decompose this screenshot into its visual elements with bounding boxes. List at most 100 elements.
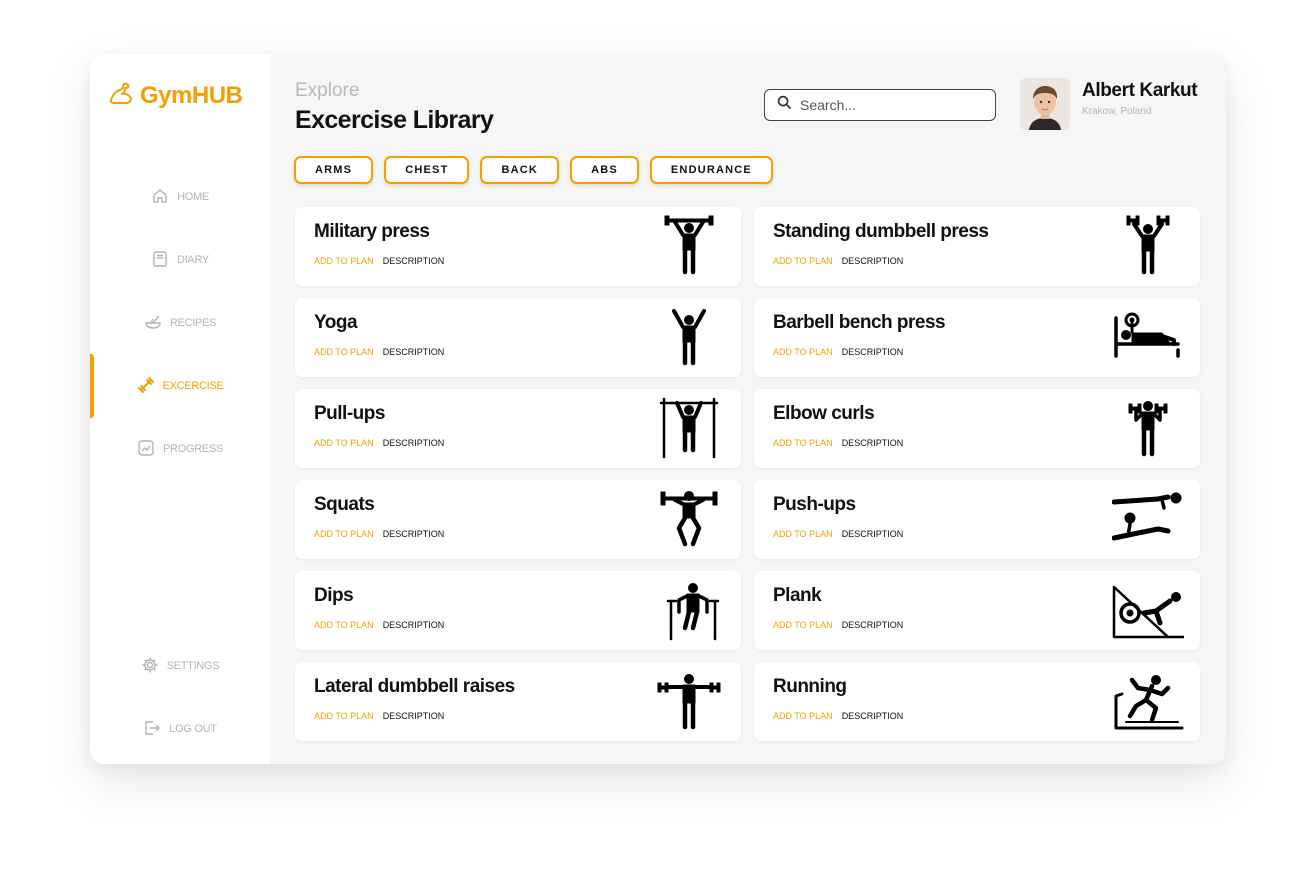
exercise-card[interactable]: Pull-ups ADD TO PLAN DESCRIPTION (295, 389, 741, 468)
add-to-plan-link[interactable]: ADD TO PLAN (773, 438, 833, 448)
description-link[interactable]: DESCRIPTION (383, 256, 445, 266)
add-to-plan-link[interactable]: ADD TO PLAN (314, 438, 374, 448)
exercise-name: Squats (314, 494, 375, 515)
treadmill-icon (1112, 670, 1184, 732)
add-to-plan-link[interactable]: ADD TO PLAN (314, 256, 374, 266)
description-link[interactable]: DESCRIPTION (383, 529, 445, 539)
bowl-icon (144, 313, 162, 334)
sidebar: GymHUB HOME DIARY RECIPES EXCERCISE PROG… (90, 54, 270, 764)
pull-up-icon (653, 397, 725, 459)
book-icon (151, 250, 169, 271)
flexed-arm-icon (108, 80, 134, 111)
filter-back[interactable]: BACK (480, 156, 560, 184)
user-location: Krakow, Poland (1082, 106, 1152, 117)
description-link[interactable]: DESCRIPTION (842, 529, 904, 539)
nav-logout[interactable]: LOG OUT (90, 709, 270, 749)
exercise-card[interactable]: Military press ADD TO PLAN DESCRIPTION (295, 207, 741, 286)
search-box[interactable] (764, 89, 996, 121)
exercise-card[interactable]: Elbow curls ADD TO PLAN DESCRIPTION (754, 389, 1200, 468)
add-to-plan-link[interactable]: ADD TO PLAN (773, 347, 833, 357)
main-content: Explore Excercise Library Search... Albe… (270, 54, 1226, 764)
search-icon (777, 95, 792, 115)
description-link[interactable]: DESCRIPTION (842, 711, 904, 721)
exercise-name: Lateral dumbbell raises (314, 676, 515, 697)
nav-logout-label: LOG OUT (169, 723, 217, 735)
exercise-card[interactable]: Lateral dumbbell raises ADD TO PLAN DESC… (295, 662, 741, 741)
filter-chest[interactable]: CHEST (384, 156, 470, 184)
add-to-plan-link[interactable]: ADD TO PLAN (314, 711, 374, 721)
user-info: Albert Karkut Krakow, Poland (1082, 78, 1198, 130)
add-to-plan-link[interactable]: ADD TO PLAN (314, 620, 374, 630)
exercise-card[interactable]: Push-ups ADD TO PLAN DESCRIPTION (754, 480, 1200, 559)
add-to-plan-link[interactable]: ADD TO PLAN (314, 529, 374, 539)
nav-excercise[interactable]: EXCERCISE (90, 354, 270, 418)
filter-endurance[interactable]: ENDURANCE (649, 156, 773, 184)
bench-press-icon (1112, 306, 1184, 368)
filter-abs[interactable]: ABS (570, 156, 639, 184)
add-to-plan-link[interactable]: ADD TO PLAN (773, 620, 833, 630)
description-link[interactable]: DESCRIPTION (383, 711, 445, 721)
exercise-name: Dips (314, 585, 354, 606)
add-to-plan-link[interactable]: ADD TO PLAN (314, 347, 374, 357)
nav-diary-label: DIARY (177, 254, 209, 266)
exercise-name: Plank (773, 585, 822, 606)
description-link[interactable]: DESCRIPTION (383, 620, 445, 630)
gear-icon (141, 656, 159, 677)
exercise-name: Push-ups (773, 494, 856, 515)
nav-settings-label: SETTINGS (166, 660, 220, 672)
search-input[interactable] (800, 97, 980, 113)
exercise-name: Running (773, 676, 847, 697)
add-to-plan-link[interactable]: ADD TO PLAN (773, 256, 833, 266)
user-name: Albert Karkut (1082, 80, 1198, 101)
nav-progress-label: PROGRESS (163, 443, 223, 455)
dumbbell-press-icon (1112, 215, 1184, 277)
yoga-icon (653, 306, 725, 368)
lateral-raise-icon (653, 670, 725, 732)
description-link[interactable]: DESCRIPTION (842, 256, 904, 266)
dumbbell-icon (137, 376, 155, 397)
home-icon (151, 187, 169, 208)
exercise-card[interactable]: Dips ADD TO PLAN DESCRIPTION (295, 571, 741, 650)
exercise-name: Military press (314, 221, 430, 242)
nav-excercise-label: EXCERCISE (162, 380, 224, 392)
exercise-name: Elbow curls (773, 403, 875, 424)
filter-arms[interactable]: ARMS (294, 156, 374, 184)
logout-icon (143, 719, 161, 740)
exercise-grid: Military press ADD TO PLAN DESCRIPTION S… (295, 207, 1200, 741)
nav-recipes-label: RECIPES (169, 317, 217, 329)
filter-chips: ARMS CHEST BACK ABS ENDURANCE (294, 156, 773, 184)
description-link[interactable]: DESCRIPTION (383, 438, 445, 448)
curl-icon (1112, 397, 1184, 459)
description-link[interactable]: DESCRIPTION (383, 347, 445, 357)
nav-home[interactable]: HOME (90, 177, 270, 217)
exercise-name: Barbell bench press (773, 312, 946, 333)
add-to-plan-link[interactable]: ADD TO PLAN (773, 529, 833, 539)
description-link[interactable]: DESCRIPTION (842, 620, 904, 630)
nav-settings[interactable]: SETTINGS (90, 646, 270, 686)
exercise-name: Yoga (314, 312, 358, 333)
exercise-card[interactable]: Yoga ADD TO PLAN DESCRIPTION (295, 298, 741, 377)
description-link[interactable]: DESCRIPTION (842, 347, 904, 357)
page-subtitle: Explore (295, 80, 360, 101)
exercise-card[interactable]: Standing dumbbell press ADD TO PLAN DESC… (754, 207, 1200, 286)
page-title: Excercise Library (295, 106, 494, 134)
user-profile[interactable]: Albert Karkut Krakow, Poland (1020, 78, 1198, 130)
overhead-press-icon (653, 215, 725, 277)
exercise-card[interactable]: Squats ADD TO PLAN DESCRIPTION (295, 480, 741, 559)
logo-text: GymHUB (140, 81, 243, 109)
exercise-name: Pull-ups (314, 403, 385, 424)
plank-icon (1112, 579, 1184, 641)
nav-home-label: HOME (177, 191, 209, 203)
add-to-plan-link[interactable]: ADD TO PLAN (773, 711, 833, 721)
nav-diary[interactable]: DIARY (90, 240, 270, 280)
nav-recipes[interactable]: RECIPES (90, 303, 270, 343)
push-up-icon (1112, 488, 1184, 550)
squat-icon (653, 488, 725, 550)
exercise-card[interactable]: Plank ADD TO PLAN DESCRIPTION (754, 571, 1200, 650)
description-link[interactable]: DESCRIPTION (842, 438, 904, 448)
exercise-card[interactable]: Barbell bench press ADD TO PLAN DESCRIPT… (754, 298, 1200, 377)
avatar (1020, 78, 1070, 130)
exercise-card[interactable]: Running ADD TO PLAN DESCRIPTION (754, 662, 1200, 741)
logo[interactable]: GymHUB (108, 80, 243, 111)
nav-progress[interactable]: PROGRESS (90, 429, 270, 469)
